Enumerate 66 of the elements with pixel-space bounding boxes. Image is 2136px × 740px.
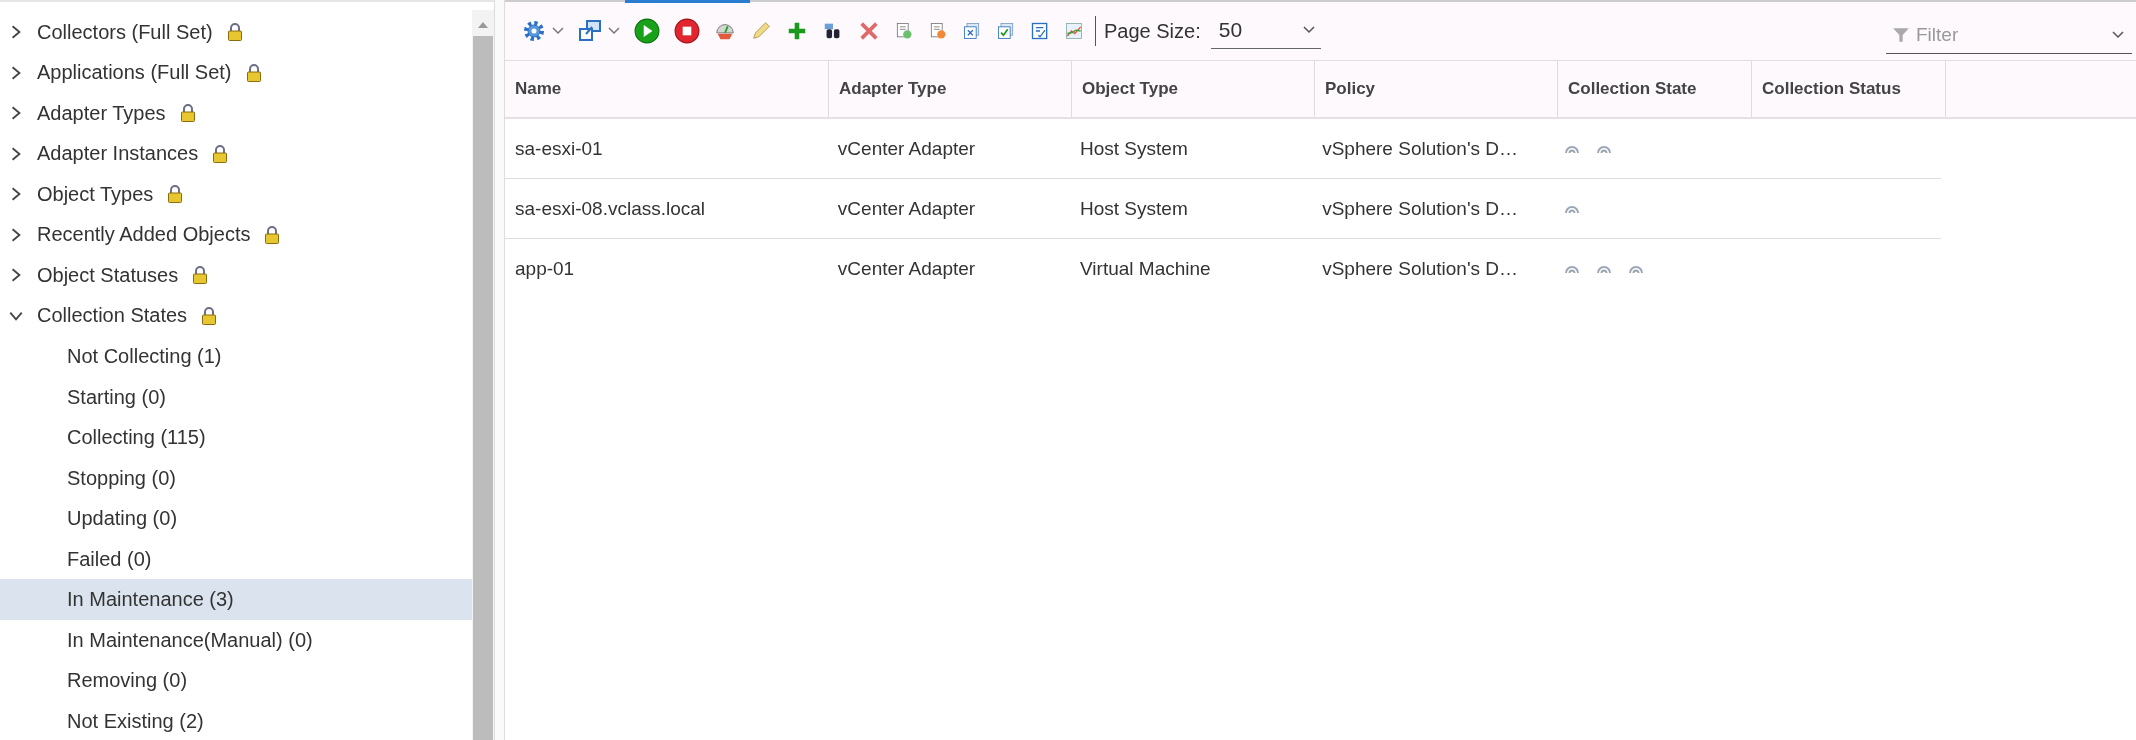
table-cell-text: vCenter Adapter	[836, 256, 977, 281]
tree-item-label: Object Types	[37, 182, 154, 206]
table-cell-text: Host System	[1079, 196, 1189, 221]
tree-item[interactable]: Adapter Instances	[0, 133, 472, 174]
tree-item-label: Object Statuses	[37, 263, 179, 287]
caret-icon	[552, 27, 564, 35]
gear-icon	[522, 19, 546, 43]
tree-item-label: Collectors (Full Set)	[37, 20, 213, 44]
page-size-label: Page Size:	[1104, 19, 1201, 43]
table-cell-text: vSphere Solution's D…	[1321, 136, 1519, 161]
column-header[interactable]: Collection Status	[1752, 61, 1946, 117]
tree-item[interactable]: Failed (0)	[0, 538, 472, 579]
column-header[interactable]: Object Type	[1072, 61, 1315, 117]
tree-item[interactable]: Object Statuses	[0, 255, 472, 296]
table-cell-text: vSphere Solution's D…	[1321, 256, 1519, 281]
table-cell-text: vSphere Solution's D…	[1321, 196, 1519, 221]
pencil-icon	[750, 20, 772, 42]
tree-item[interactable]: Not Existing (2)	[0, 700, 472, 740]
table-cell-text: sa-esxi-08.vclass.local	[514, 196, 707, 221]
tree-item[interactable]: Updating (0)	[0, 498, 472, 539]
tree-item[interactable]: Applications (Full Set)	[0, 52, 472, 93]
scroll-up-icon[interactable]	[478, 22, 488, 28]
line-chart-icon	[1064, 21, 1084, 41]
tree-item[interactable]: Collection States	[0, 295, 472, 336]
tree-item-label: Recently Added Objects	[37, 223, 251, 247]
caret-icon	[608, 27, 620, 35]
document-minus-icon	[928, 21, 948, 41]
column-header[interactable]: Policy	[1315, 61, 1558, 117]
table-cell-text: app-01	[514, 256, 576, 281]
box-x-icon	[962, 21, 982, 41]
tree-item[interactable]: Starting (0)	[0, 376, 472, 417]
column-header[interactable]: Adapter Type	[829, 61, 1072, 117]
plus-icon	[786, 20, 808, 42]
table-cell-text: Host System	[1079, 136, 1189, 161]
tree-item[interactable]: Adapter Types	[0, 93, 472, 134]
tree-item[interactable]: Object Types	[0, 174, 472, 215]
tree-item[interactable]: Collecting (115)	[0, 417, 472, 458]
checkbox-icon	[996, 21, 1016, 41]
document-plus-icon	[894, 21, 914, 41]
tree-item[interactable]: In Maintenance(Manual) (0)	[0, 619, 472, 660]
tree-item-label: Adapter Instances	[37, 142, 199, 166]
stop-icon	[674, 18, 700, 44]
caret-icon	[1302, 25, 1315, 34]
caret-icon	[2112, 30, 2124, 39]
tree-item[interactable]: Recently Added Objects	[0, 214, 472, 255]
column-header[interactable]: Name	[505, 61, 829, 117]
filter-field[interactable]: Filter	[1914, 22, 2108, 47]
tree-item[interactable]: Collectors (Full Set)	[0, 12, 472, 53]
tree-item-label: Applications (Full Set)	[37, 61, 232, 85]
play-icon	[634, 18, 660, 44]
windows-icon	[578, 19, 602, 43]
tree-item[interactable]: Stopping (0)	[0, 457, 472, 498]
column-header[interactable]: Collection State	[1558, 61, 1752, 117]
table-cell-text: vCenter Adapter	[836, 136, 977, 161]
checklist-icon	[1030, 21, 1050, 41]
tree-item[interactable]: Not Collecting (1)	[0, 336, 472, 377]
close-icon	[858, 20, 880, 42]
tree-item-label: Adapter Types	[37, 101, 166, 125]
tree-item[interactable]: In Maintenance (3)	[0, 579, 472, 620]
table-cell-text: sa-esxi-01	[514, 136, 604, 161]
tree-item-label: Collection States	[37, 304, 188, 328]
filter-icon	[1892, 25, 1910, 44]
table-cell-text: vCenter Adapter	[836, 196, 977, 221]
table-cell-text: Virtual Machine	[1079, 256, 1212, 281]
tree-item[interactable]: Removing (0)	[0, 660, 472, 701]
page-size-dropdown[interactable]: 50	[1210, 13, 1321, 49]
